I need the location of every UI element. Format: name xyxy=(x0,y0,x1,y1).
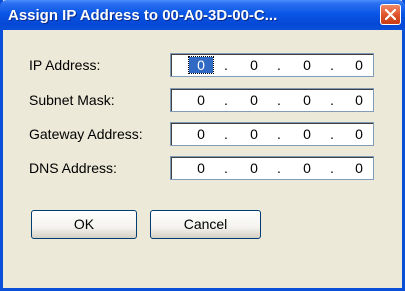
close-button[interactable] xyxy=(380,4,401,25)
gateway-address-field[interactable]: 0 . 0 . 0 . 0 xyxy=(170,122,374,146)
subnet-mask-field[interactable]: 0 . 0 . 0 . 0 xyxy=(170,88,374,112)
close-icon xyxy=(385,9,396,20)
gateway-address-octet-1[interactable]: 0 xyxy=(189,126,213,142)
octet-separator: . xyxy=(330,92,334,108)
ip-address-octet-2[interactable]: 0 xyxy=(242,57,266,73)
octet-separator: . xyxy=(277,92,281,108)
subnet-mask-octet-1[interactable]: 0 xyxy=(189,92,213,108)
octet-separator: . xyxy=(277,160,281,176)
octet-separator: . xyxy=(330,57,334,73)
ip-address-octet-3[interactable]: 0 xyxy=(295,57,319,73)
octet-separator: . xyxy=(330,126,334,142)
subnet-mask-label: Subnet Mask: xyxy=(29,92,115,108)
dns-address-octet-1[interactable]: 0 xyxy=(189,160,213,176)
gateway-address-label: Gateway Address: xyxy=(29,126,143,142)
subnet-mask-octet-2[interactable]: 0 xyxy=(242,92,266,108)
subnet-mask-octet-3[interactable]: 0 xyxy=(295,92,319,108)
cancel-button[interactable]: Cancel xyxy=(150,210,261,239)
dialog-title: Assign IP Address to 00-A0-3D-00-C... xyxy=(8,7,278,24)
assign-ip-dialog: Assign IP Address to 00-A0-3D-00-C... IP… xyxy=(0,0,405,291)
dns-address-octet-3[interactable]: 0 xyxy=(295,160,319,176)
octet-separator: . xyxy=(277,57,281,73)
ip-address-field[interactable]: 0 . 0 . 0 . 0 xyxy=(170,53,374,77)
octet-separator: . xyxy=(330,160,334,176)
octet-separator: . xyxy=(277,126,281,142)
octet-separator: . xyxy=(224,92,228,108)
subnet-mask-octet-4[interactable]: 0 xyxy=(347,92,371,108)
dns-address-octet-2[interactable]: 0 xyxy=(242,160,266,176)
ip-address-octet-1[interactable]: 0 xyxy=(188,56,214,74)
octet-separator: . xyxy=(224,160,228,176)
octet-separator: . xyxy=(224,57,228,73)
ip-address-octet-4[interactable]: 0 xyxy=(347,57,371,73)
gateway-address-octet-4[interactable]: 0 xyxy=(347,126,371,142)
dns-address-field[interactable]: 0 . 0 . 0 . 0 xyxy=(170,156,374,180)
dialog-body: IP Address: 0 . 0 . 0 . 0 Subnet Mask: 0… xyxy=(3,30,402,288)
gateway-address-octet-3[interactable]: 0 xyxy=(295,126,319,142)
ip-address-label: IP Address: xyxy=(29,57,101,73)
title-bar[interactable]: Assign IP Address to 00-A0-3D-00-C... xyxy=(0,0,405,30)
ok-button[interactable]: OK xyxy=(31,210,137,239)
dns-address-label: DNS Address: xyxy=(29,160,117,176)
dns-address-octet-4[interactable]: 0 xyxy=(347,160,371,176)
octet-separator: . xyxy=(224,126,228,142)
gateway-address-octet-2[interactable]: 0 xyxy=(242,126,266,142)
